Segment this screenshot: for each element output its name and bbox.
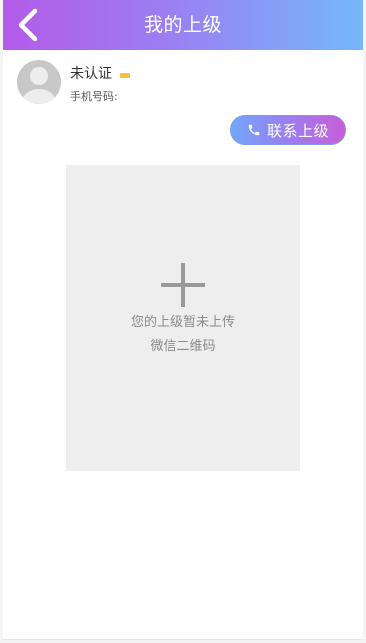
profile-section: 未认证 手机号码:: [3, 50, 363, 110]
contact-button-label: 联系上级: [266, 121, 329, 140]
qrcode-upload-area[interactable]: 您的上级暂未上传 微信二维码: [66, 165, 300, 471]
page-title: 我的上级: [143, 14, 222, 36]
status-badge: [120, 72, 130, 78]
header-bar: 我的上级: [3, 0, 363, 50]
qrcode-message-line1: 您的上级暂未上传: [130, 315, 235, 330]
page: 我的上级 未认证 手机号码: 联系上级 您的上级暂未上传 微信二维码: [3, 0, 363, 640]
contact-superior-button[interactable]: 联系上级: [230, 115, 346, 145]
user-name: 未认证: [70, 66, 112, 82]
name-row: 未认证: [70, 63, 130, 83]
qrcode-message-line2: 微信二维码: [150, 339, 216, 354]
default-avatar-icon: [17, 60, 61, 104]
plus-icon: [161, 263, 205, 307]
phone-icon: [247, 123, 261, 137]
phone-label: 手机号码:: [70, 90, 118, 103]
avatar: [17, 60, 61, 104]
